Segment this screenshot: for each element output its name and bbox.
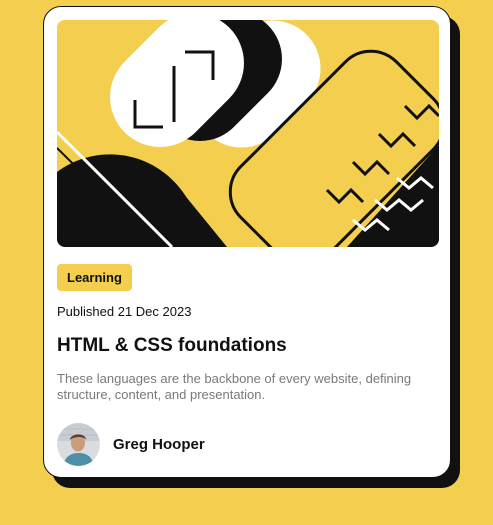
published-date: Published 21 Dec 2023: [57, 304, 192, 319]
hero-illustration: [57, 20, 439, 247]
author-name[interactable]: Greg Hooper: [113, 436, 205, 453]
card-description: These languages are the backbone of ever…: [57, 371, 412, 402]
blog-preview-card: Learning Published 21 Dec 2023 HTML & CS…: [43, 6, 451, 478]
author: Greg Hooper: [57, 422, 205, 466]
category-tag: Learning: [57, 264, 132, 291]
author-avatar: [57, 422, 100, 466]
card-title[interactable]: HTML & CSS foundations: [57, 334, 287, 358]
